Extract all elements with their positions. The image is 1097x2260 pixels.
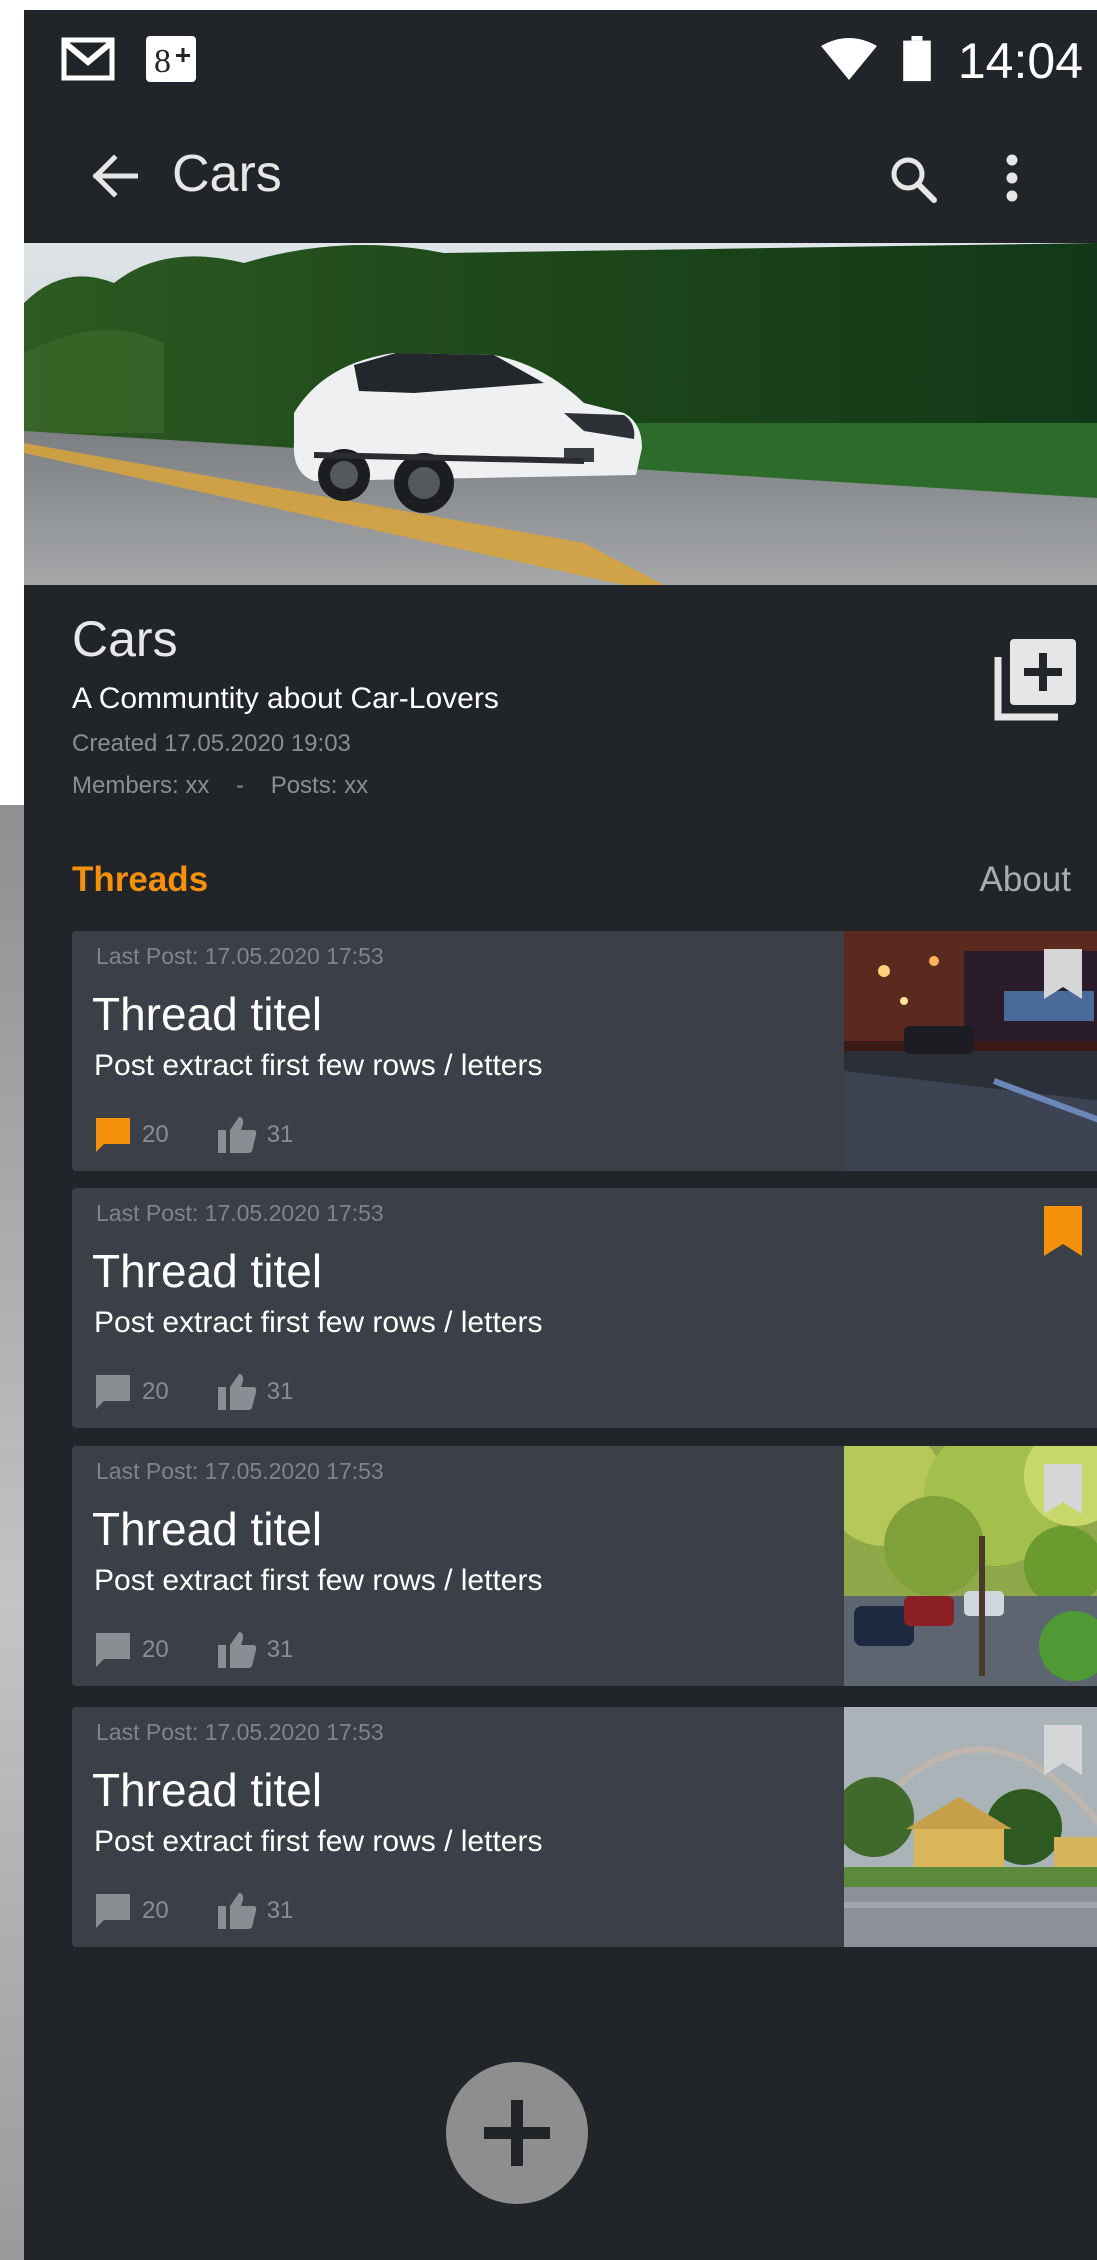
thread-last-post: Last Post: 17.05.2020 17:53 [96,1458,384,1484]
search-icon[interactable] [888,154,938,204]
thread-stats: 20 31 [94,1630,341,1670]
toolbar-title: Cars [172,145,282,203]
app-screen: 8 14:04 Cars Cars A Communtity about Car… [24,10,1097,2260]
svg-text:8: 8 [154,43,171,80]
gmail-icon [61,37,115,81]
comment-icon[interactable] [94,1116,132,1154]
community-description: A Communtity about Car-Lovers [72,682,499,715]
clock: 14:04 [957,33,1083,89]
posts-count: Posts: xx [270,772,369,799]
comment-count: 20 [142,1121,169,1148]
like-count: 31 [266,1636,294,1663]
thread-card[interactable]: Last Post: 17.05.2020 17:53 Thread titel… [72,1188,1097,1428]
like-count: 31 [266,1121,294,1148]
thread-title: Thread titel [92,1503,323,1555]
community-header-image [24,243,1097,585]
comment-count: 20 [142,1897,169,1924]
google-plus-icon: 8 [146,36,196,82]
comment-icon[interactable] [94,1892,132,1930]
thumbs-up-icon[interactable] [217,1892,257,1930]
comment-icon[interactable] [94,1631,132,1669]
bookmark-icon[interactable] [1044,1464,1082,1514]
tab-threads[interactable]: Threads [72,860,208,900]
bookmark-icon[interactable] [1044,949,1082,999]
tab-about[interactable]: About [980,860,1071,900]
thread-excerpt: Post extract first few rows / letters [94,1306,543,1339]
thread-last-post: Last Post: 17.05.2020 17:53 [96,1719,384,1745]
community-info: Cars A Communtity about Car-Lovers Creat… [72,610,499,800]
thread-title: Thread titel [92,1245,323,1297]
more-vert-icon[interactable] [1004,152,1020,204]
bookmark-icon[interactable] [1044,1725,1082,1775]
comment-icon[interactable] [94,1373,132,1411]
thumbs-up-icon[interactable] [217,1373,257,1411]
background-strip [0,805,24,2260]
thread-stats: 20 31 [94,1115,341,1155]
thread-stats: 20 31 [94,1372,341,1412]
thread-last-post: Last Post: 17.05.2020 17:53 [96,1200,384,1226]
members-count: Members: xx [72,772,210,799]
thread-title: Thread titel [92,1764,323,1816]
thread-excerpt: Post extract first few rows / letters [94,1564,543,1597]
new-thread-fab[interactable] [446,2062,588,2204]
thread-card[interactable]: Last Post: 17.05.2020 17:53 Thread titel… [72,1707,1097,1947]
community-stats: Members: xx - Posts: xx [72,772,499,800]
thread-excerpt: Post extract first few rows / letters [94,1825,543,1858]
stats-separator: - [236,772,245,799]
toolbar: Cars [24,106,1097,243]
thread-card[interactable]: Last Post: 17.05.2020 17:53 Thread titel… [72,1446,1097,1686]
community-title: Cars [72,611,178,667]
status-bar: 8 14:04 [24,10,1097,106]
thread-card[interactable]: Last Post: 17.05.2020 17:53 Thread titel… [72,931,1097,1171]
comment-count: 20 [142,1636,169,1663]
thread-title: Thread titel [92,988,323,1040]
battery-icon [903,36,931,82]
thumbs-up-icon[interactable] [217,1116,257,1154]
bookmark-icon[interactable] [1044,1206,1082,1256]
add-to-library-icon[interactable] [992,635,1080,723]
plus-icon [484,2100,550,2166]
thumbs-up-icon[interactable] [217,1631,257,1669]
like-count: 31 [266,1897,294,1924]
community-created-date: Created 17.05.2020 19:03 [72,730,351,757]
thread-excerpt: Post extract first few rows / letters [94,1049,543,1082]
like-count: 31 [266,1378,294,1405]
comment-count: 20 [142,1378,169,1405]
thread-stats: 20 31 [94,1891,341,1931]
thread-last-post: Last Post: 17.05.2020 17:53 [96,943,384,969]
wifi-icon [821,38,877,80]
back-arrow-icon[interactable] [90,154,138,198]
